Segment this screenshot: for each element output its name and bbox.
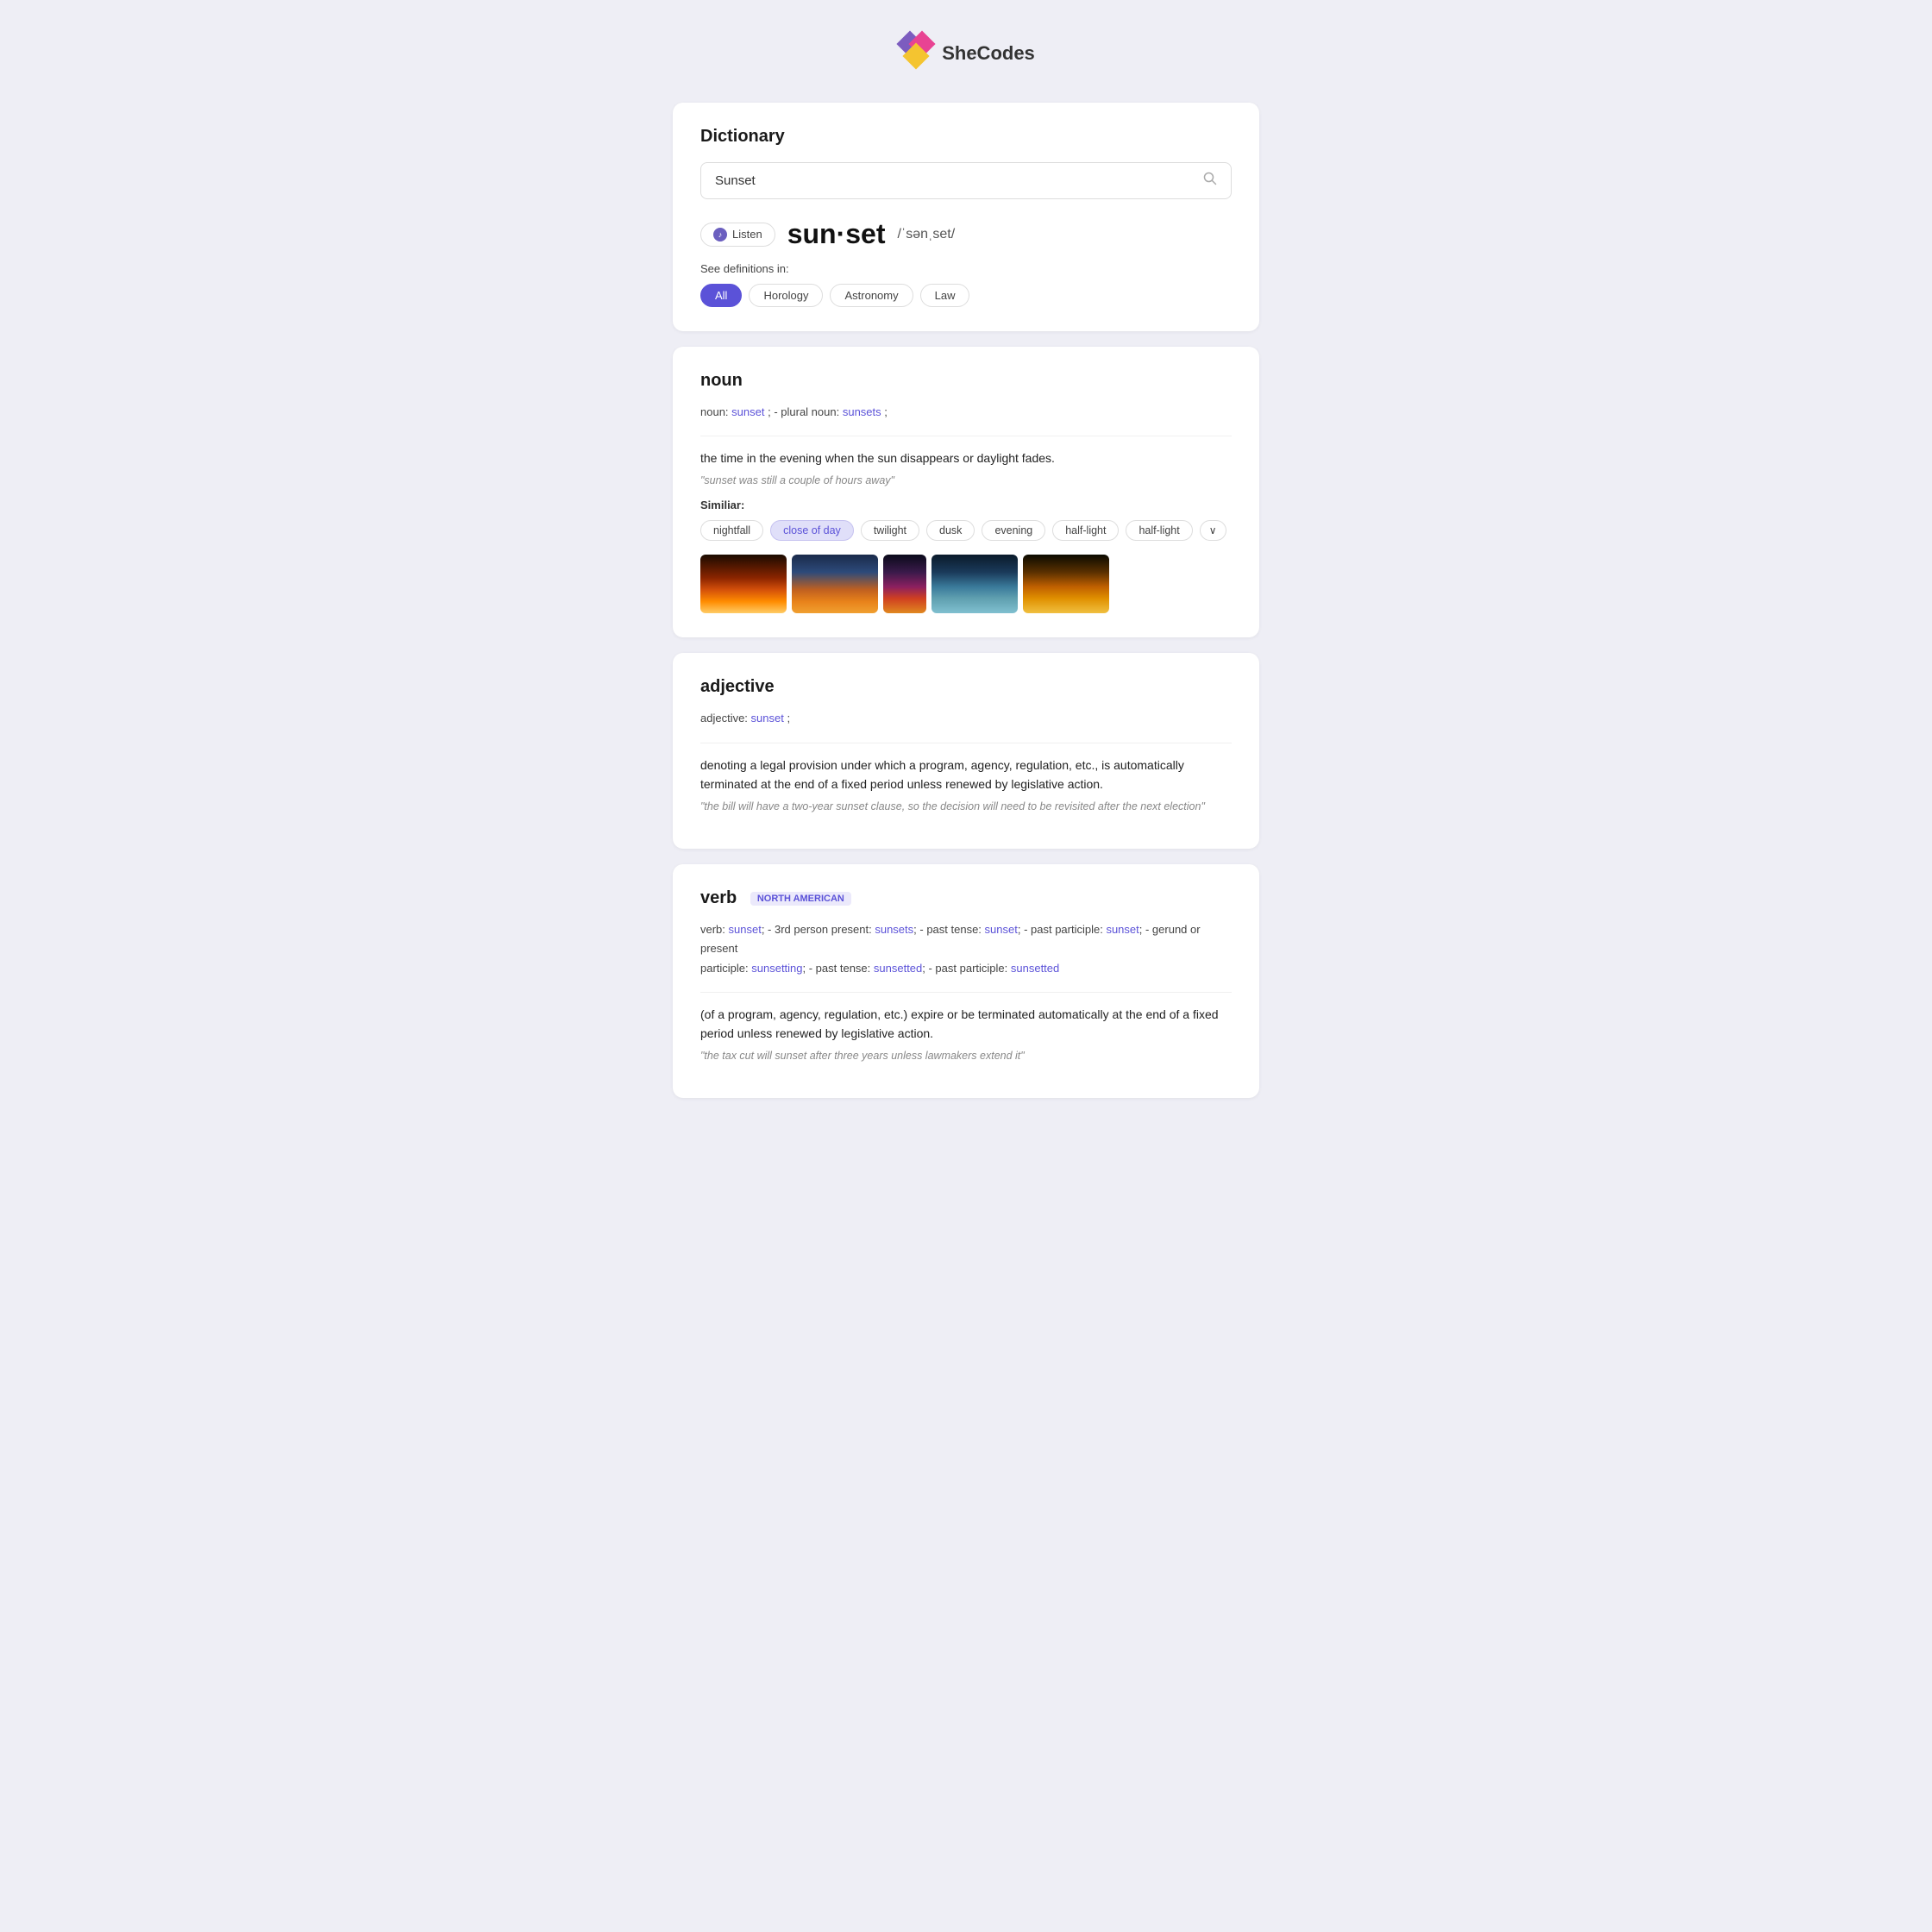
sunset-image-4 <box>932 555 1018 613</box>
sim-tag-dusk[interactable]: dusk <box>926 520 975 541</box>
verb-divider <box>700 992 1232 993</box>
search-input[interactable] <box>715 173 1203 188</box>
header: SheCodes <box>673 34 1259 77</box>
verb-link-sunset[interactable]: sunset <box>729 923 762 936</box>
search-icon <box>1203 172 1217 185</box>
sunset-image-5 <box>1023 555 1109 613</box>
logo: SheCodes <box>897 34 1035 72</box>
category-tabs: All Horology Astronomy Law <box>700 284 1232 307</box>
adj-prefix: adjective: <box>700 712 748 724</box>
verb-pos-label: verb <box>700 888 737 907</box>
sim-tag-closeofday[interactable]: close of day <box>770 520 854 541</box>
search-bar <box>700 162 1232 199</box>
search-button[interactable] <box>1203 172 1217 190</box>
verb-definition: (of a program, agency, regulation, etc.)… <box>700 1005 1232 1044</box>
sunset-images <box>700 555 1232 613</box>
sim-tag-evening[interactable]: evening <box>982 520 1045 541</box>
dictionary-card: Dictionary ♪ Listen sun·set /ˈsənˌset/ S… <box>673 103 1259 331</box>
more-tags-button[interactable]: ∨ <box>1200 520 1226 541</box>
sunset-image-3 <box>883 555 926 613</box>
noun-definition: the time in the evening when the sun dis… <box>700 448 1232 467</box>
adjective-forms: adjective: sunset ; <box>700 709 1232 728</box>
noun-sep1: ; - plural noun: <box>768 405 839 418</box>
see-definitions-label: See definitions in: <box>700 262 1232 275</box>
noun-prefix1: noun: <box>700 405 729 418</box>
verb-forms: verb: sunset; - 3rd person present: suns… <box>700 920 1232 977</box>
word-display: sun·set <box>787 218 886 250</box>
similar-label: Similiar: <box>700 499 1232 511</box>
verb-card: verb NORTH AMERICAN verb: sunset; - 3rd … <box>673 864 1259 1098</box>
noun-example: "sunset was still a couple of hours away… <box>700 474 1232 486</box>
sim-tag-twilight[interactable]: twilight <box>861 520 919 541</box>
dictionary-title: Dictionary <box>700 127 1232 147</box>
sim-tag-halflight1[interactable]: half-light <box>1052 520 1119 541</box>
sunset-image-2 <box>792 555 878 613</box>
noun-forms: noun: sunset ; - plural noun: sunsets ; <box>700 403 1232 422</box>
tab-astronomy[interactable]: Astronomy <box>830 284 913 307</box>
verb-badge: NORTH AMERICAN <box>750 892 851 906</box>
logo-text: SheCodes <box>942 42 1035 65</box>
noun-word1[interactable]: sunset <box>731 405 764 418</box>
verb-example: "the tax cut will sunset after three yea… <box>700 1050 1232 1062</box>
sunset-image-1 <box>700 555 787 613</box>
verb-link-sunset3[interactable]: sunset <box>1106 923 1138 936</box>
sim-tag-halflight2[interactable]: half-light <box>1126 520 1192 541</box>
verb-link-sunset2[interactable]: sunset <box>985 923 1018 936</box>
verb-link-sunsetting[interactable]: sunsetting <box>751 962 802 975</box>
tab-horology[interactable]: Horology <box>749 284 823 307</box>
noun-card: noun noun: sunset ; - plural noun: sunse… <box>673 347 1259 637</box>
sim-tag-nightfall[interactable]: nightfall <box>700 520 763 541</box>
verb-link-sunsetted2[interactable]: sunsetted <box>1011 962 1059 975</box>
word-phonetic: /ˈsənˌset/ <box>898 227 956 242</box>
adj-word[interactable]: sunset <box>751 712 784 724</box>
listen-button[interactable]: ♪ Listen <box>700 223 775 247</box>
speaker-icon: ♪ <box>713 228 727 242</box>
logo-icon <box>897 34 935 72</box>
adjective-pos-title: adjective <box>700 677 1232 697</box>
verb-pos-title: verb NORTH AMERICAN <box>700 888 1232 908</box>
tab-law[interactable]: Law <box>920 284 970 307</box>
verb-forms-text: verb: sunset; - 3rd person present: suns… <box>700 923 1201 974</box>
verb-link-sunsetted[interactable]: sunsetted <box>874 962 922 975</box>
noun-forms-end: ; <box>884 405 888 418</box>
adj-end: ; <box>787 712 790 724</box>
adjective-example: "the bill will have a two-year sunset cl… <box>700 800 1232 812</box>
similar-tags: nightfall close of day twilight dusk eve… <box>700 520 1232 541</box>
word-header: ♪ Listen sun·set /ˈsənˌset/ <box>700 218 1232 250</box>
noun-word2[interactable]: sunsets <box>843 405 881 418</box>
noun-pos-title: noun <box>700 371 1232 391</box>
tab-all[interactable]: All <box>700 284 742 307</box>
verb-link-sunsets[interactable]: sunsets <box>875 923 913 936</box>
listen-label: Listen <box>732 228 762 241</box>
adjective-card: adjective adjective: sunset ; denoting a… <box>673 653 1259 849</box>
adjective-definition: denoting a legal provision under which a… <box>700 756 1232 794</box>
